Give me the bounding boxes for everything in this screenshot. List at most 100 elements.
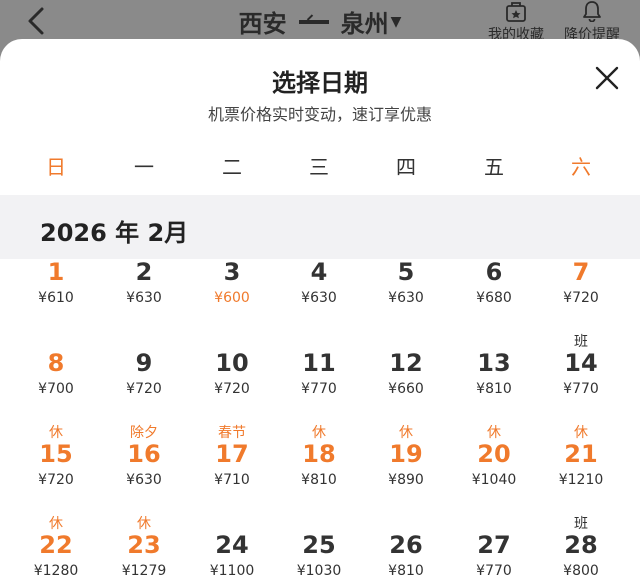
calendar-day[interactable]: 除夕 16 ¥630 [100, 420, 188, 510]
day-price: ¥1210 [558, 472, 604, 488]
calendar-day[interactable]: 2 ¥630 [100, 238, 188, 328]
holiday-tag: 春节 [218, 425, 246, 441]
day-number: 19 [389, 440, 423, 468]
day-price: ¥700 [38, 381, 74, 397]
day-number: 14 [564, 349, 598, 377]
close-icon[interactable] [594, 65, 620, 91]
day-price: ¥630 [126, 472, 162, 488]
weekday-label: 三 [309, 155, 329, 179]
calendar-day[interactable]: 班 28 ¥800 [537, 511, 625, 585]
calendar-day[interactable]: 休 21 ¥1210 [537, 420, 625, 510]
weekday-label: 四 [396, 155, 416, 179]
calendar-day[interactable]: 25 ¥1030 [275, 511, 363, 585]
weekday-label: 六 [571, 155, 591, 179]
day-number: 11 [302, 349, 336, 377]
day-number: 20 [477, 440, 511, 468]
day-price: ¥1040 [471, 472, 517, 488]
day-price: ¥1280 [33, 563, 79, 579]
workday-tag: 班 [574, 516, 588, 532]
calendar-day[interactable]: 3 ¥600 [188, 238, 276, 328]
calendar-day[interactable]: 休 22 ¥1280 [12, 511, 100, 585]
holiday-tag: 休 [137, 516, 151, 532]
day-price: ¥720 [563, 290, 599, 306]
day-price: ¥720 [214, 381, 250, 397]
day-number: 27 [477, 531, 511, 559]
day-number: 9 [135, 349, 153, 377]
weekday-label: 二 [222, 155, 242, 179]
day-number: 22 [39, 531, 73, 559]
day-price: ¥710 [214, 472, 250, 488]
day-price: ¥600 [214, 290, 250, 306]
day-number: 5 [397, 258, 415, 286]
calendar-day[interactable]: 4 ¥630 [275, 238, 363, 328]
calendar-day[interactable]: 春节 17 ¥710 [188, 420, 276, 510]
day-number: 28 [564, 531, 598, 559]
day-number: 8 [47, 349, 65, 377]
bell-icon [583, 1, 601, 22]
day-price: ¥770 [476, 563, 512, 579]
holiday-tag: 除夕 [130, 425, 158, 441]
day-number: 4 [310, 258, 328, 286]
day-price: ¥610 [38, 290, 74, 306]
day-number: 2 [135, 258, 153, 286]
day-number: 12 [389, 349, 423, 377]
calendar-day[interactable]: 6 ¥680 [450, 238, 538, 328]
calendar-day[interactable]: 5 ¥630 [362, 238, 450, 328]
calendar-day[interactable]: 9 ¥720 [100, 329, 188, 419]
calendar-day[interactable]: 休 20 ¥1040 [450, 420, 538, 510]
calendar-day[interactable]: 休 15 ¥720 [12, 420, 100, 510]
day-price: ¥1030 [296, 563, 342, 579]
holiday-tag: 休 [399, 425, 413, 441]
favorites-icon [506, 2, 526, 22]
day-price: ¥660 [388, 381, 424, 397]
price-alert-button[interactable]: 降价提醒 [557, 0, 627, 44]
day-price: ¥890 [388, 472, 424, 488]
holiday-tag: 休 [49, 516, 63, 532]
day-price: ¥1100 [209, 563, 255, 579]
weekday-label: 日 [46, 155, 66, 179]
weekday-label: 一 [134, 155, 154, 179]
calendar-grid: 1 ¥610 2 ¥630 3 ¥600 4 ¥630 5 ¥630 6 ¥680 7 ¥720 8 ¥700… [0, 258, 640, 585]
day-number: 6 [485, 258, 503, 286]
calendar-day[interactable]: 班 14 ¥770 [537, 329, 625, 419]
day-price: ¥770 [563, 381, 599, 397]
day-number: 23 [127, 531, 161, 559]
day-number: 16 [127, 440, 161, 468]
calendar-day[interactable]: 7 ¥720 [537, 238, 625, 328]
holiday-tag: 休 [574, 425, 588, 441]
calendar-day[interactable]: 11 ¥770 [275, 329, 363, 419]
day-price: ¥770 [301, 381, 337, 397]
calendar-day[interactable]: 8 ¥700 [12, 329, 100, 419]
day-number: 7 [572, 258, 590, 286]
calendar-day[interactable]: 12 ¥660 [362, 329, 450, 419]
workday-tag: 班 [574, 334, 588, 350]
calendar-day[interactable]: 27 ¥770 [450, 511, 538, 585]
chevron-down-icon: ▼ [390, 14, 402, 30]
day-price: ¥720 [38, 472, 74, 488]
day-price: ¥630 [388, 290, 424, 306]
date-picker-sheet: 选择日期 机票价格实时变动，速订享优惠 日一二三四五六 2026 年 2月 1 ¥… [0, 39, 640, 585]
day-price: ¥720 [126, 381, 162, 397]
calendar-day[interactable]: 休 23 ¥1279 [100, 511, 188, 585]
day-price: ¥810 [476, 381, 512, 397]
day-number: 26 [389, 531, 423, 559]
day-number: 21 [564, 440, 598, 468]
calendar-day[interactable]: 26 ¥810 [362, 511, 450, 585]
calendar-day[interactable]: 10 ¥720 [188, 329, 276, 419]
calendar-day[interactable]: 休 19 ¥890 [362, 420, 450, 510]
calendar-day[interactable]: 24 ¥1100 [188, 511, 276, 585]
sheet-title: 选择日期 [272, 69, 368, 97]
day-price: ¥810 [301, 472, 337, 488]
holiday-tag: 休 [49, 425, 63, 441]
day-price: ¥630 [126, 290, 162, 306]
route-from: 西安 [238, 10, 287, 38]
sheet-subtitle: 机票价格实时变动，速订享优惠 [207, 105, 432, 124]
calendar-day[interactable]: 休 18 ¥810 [275, 420, 363, 510]
day-number: 3 [223, 258, 241, 286]
favorites-button[interactable]: 我的收藏 [481, 0, 551, 44]
day-number: 24 [215, 531, 249, 559]
calendar-day[interactable]: 13 ¥810 [450, 329, 538, 419]
calendar-day[interactable]: 1 ¥610 [12, 238, 100, 328]
day-price: ¥800 [563, 563, 599, 579]
day-number: 17 [215, 440, 249, 468]
